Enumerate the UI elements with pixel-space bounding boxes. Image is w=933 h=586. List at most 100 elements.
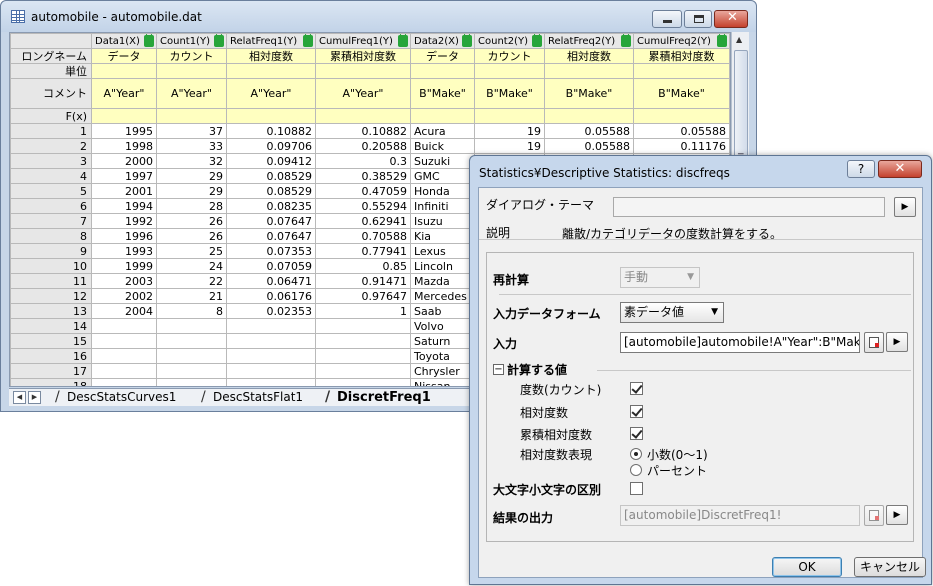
table-cell[interactable] <box>315 378 411 386</box>
meta-cell[interactable] <box>544 108 634 124</box>
table-cell[interactable] <box>315 363 411 379</box>
meta-cell[interactable]: データ <box>410 48 475 64</box>
table-cell[interactable]: 0.11176 <box>633 138 730 154</box>
table-cell[interactable]: 0.55294 <box>315 198 411 214</box>
table-cell[interactable]: 2002 <box>91 288 157 304</box>
table-cell[interactable]: 0.62941 <box>315 213 411 229</box>
meta-cell[interactable] <box>156 63 227 79</box>
meta-cell[interactable]: 相対度数 <box>544 48 634 64</box>
table-cell[interactable]: Infiniti <box>410 198 475 214</box>
row-header[interactable]: 単位 <box>10 63 92 79</box>
decimal-radio[interactable] <box>630 448 642 460</box>
column-header[interactable]: RelatFreq2(Y) <box>544 33 634 49</box>
table-cell[interactable]: 0.10882 <box>226 123 316 139</box>
percent-radio[interactable] <box>630 464 642 476</box>
tab-discretfreq1[interactable]: DiscretFreq1 <box>321 389 431 407</box>
input-format-combo[interactable]: 素データ値 ▼ <box>620 302 724 323</box>
row-header[interactable]: コメント <box>10 78 92 109</box>
table-cell[interactable]: 0.09706 <box>226 138 316 154</box>
table-cell[interactable] <box>226 378 316 386</box>
cancel-button[interactable]: キャンセル <box>854 557 926 577</box>
table-cell[interactable] <box>226 348 316 364</box>
meta-cell[interactable]: データ <box>91 48 157 64</box>
meta-cell[interactable]: カウント <box>156 48 227 64</box>
column-header[interactable]: Count2(Y) <box>474 33 545 49</box>
table-cell[interactable]: Mazda <box>410 273 475 289</box>
table-cell[interactable]: GMC <box>410 168 475 184</box>
table-cell[interactable]: 24 <box>156 258 227 274</box>
table-cell[interactable] <box>315 348 411 364</box>
meta-cell[interactable]: A"Year" <box>91 78 157 109</box>
table-cell[interactable]: Kia <box>410 228 475 244</box>
table-cell[interactable] <box>156 318 227 334</box>
table-cell[interactable]: 0.07647 <box>226 213 316 229</box>
dialog-close-button[interactable]: ✕ <box>878 160 922 178</box>
table-cell[interactable]: 0.85 <box>315 258 411 274</box>
row-header[interactable]: 1 <box>10 123 92 139</box>
table-cell[interactable]: 0.10882 <box>315 123 411 139</box>
table-cell[interactable]: 2001 <box>91 183 157 199</box>
table-cell[interactable]: 1995 <box>91 123 157 139</box>
table-cell[interactable]: Suzuki <box>410 153 475 169</box>
row-header[interactable]: 12 <box>10 288 92 304</box>
table-cell[interactable] <box>91 318 157 334</box>
meta-cell[interactable]: A"Year" <box>315 78 411 109</box>
meta-cell[interactable]: B"Make" <box>544 78 634 109</box>
column-header[interactable]: Data1(X) <box>91 33 157 49</box>
table-cell[interactable] <box>156 348 227 364</box>
meta-cell[interactable]: 累積相対度数 <box>633 48 730 64</box>
table-cell[interactable] <box>226 333 316 349</box>
meta-cell[interactable] <box>633 63 730 79</box>
column-header[interactable]: Data2(X) <box>410 33 475 49</box>
table-cell[interactable]: 33 <box>156 138 227 154</box>
meta-cell[interactable]: B"Make" <box>474 78 545 109</box>
meta-cell[interactable] <box>91 63 157 79</box>
row-header[interactable]: 2 <box>10 138 92 154</box>
meta-cell[interactable]: A"Year" <box>226 78 316 109</box>
meta-cell[interactable] <box>474 108 545 124</box>
scroll-up-icon[interactable]: ▲ <box>736 35 742 44</box>
meta-cell[interactable]: A"Year" <box>156 78 227 109</box>
table-cell[interactable]: Honda <box>410 183 475 199</box>
output-range-field[interactable]: [automobile]DiscretFreq1! <box>620 505 860 526</box>
table-cell[interactable]: 1999 <box>91 258 157 274</box>
theme-menu-button[interactable]: ▶ <box>894 197 916 217</box>
table-cell[interactable]: 29 <box>156 168 227 184</box>
table-cell[interactable]: 2004 <box>91 303 157 319</box>
row-header[interactable]: ロングネーム <box>10 48 92 64</box>
meta-cell[interactable] <box>91 108 157 124</box>
table-cell[interactable]: 19 <box>474 123 545 139</box>
table-cell[interactable] <box>226 363 316 379</box>
output-menu-button[interactable]: ▶ <box>886 505 908 525</box>
row-header[interactable]: 6 <box>10 198 92 214</box>
table-cell[interactable]: Nissan <box>410 378 475 386</box>
table-cell[interactable]: 37 <box>156 123 227 139</box>
relfreq-checkbox[interactable] <box>630 405 643 418</box>
row-header[interactable]: 3 <box>10 153 92 169</box>
row-header[interactable]: 4 <box>10 168 92 184</box>
table-cell[interactable]: 0.97647 <box>315 288 411 304</box>
table-cell[interactable]: 8 <box>156 303 227 319</box>
table-cell[interactable]: 0.06176 <box>226 288 316 304</box>
meta-cell[interactable] <box>544 63 634 79</box>
table-cell[interactable]: 0.20588 <box>315 138 411 154</box>
meta-cell[interactable] <box>315 63 411 79</box>
table-cell[interactable]: 0.06471 <box>226 273 316 289</box>
collapse-toggle-icon[interactable]: − <box>493 364 504 375</box>
meta-cell[interactable]: カウント <box>474 48 545 64</box>
table-cell[interactable]: 0.05588 <box>633 123 730 139</box>
input-menu-button[interactable]: ▶ <box>886 332 908 352</box>
meta-cell[interactable] <box>410 63 475 79</box>
table-cell[interactable]: 1997 <box>91 168 157 184</box>
table-cell[interactable]: 21 <box>156 288 227 304</box>
table-cell[interactable]: 1994 <box>91 198 157 214</box>
table-cell[interactable]: 1 <box>315 303 411 319</box>
meta-cell[interactable]: B"Make" <box>633 78 730 109</box>
case-sensitive-checkbox[interactable] <box>630 482 643 495</box>
meta-cell[interactable]: B"Make" <box>410 78 475 109</box>
meta-cell[interactable]: 累積相対度数 <box>315 48 411 64</box>
meta-cell[interactable] <box>226 63 316 79</box>
table-cell[interactable]: 26 <box>156 213 227 229</box>
table-cell[interactable]: 1998 <box>91 138 157 154</box>
row-header[interactable]: 14 <box>10 318 92 334</box>
